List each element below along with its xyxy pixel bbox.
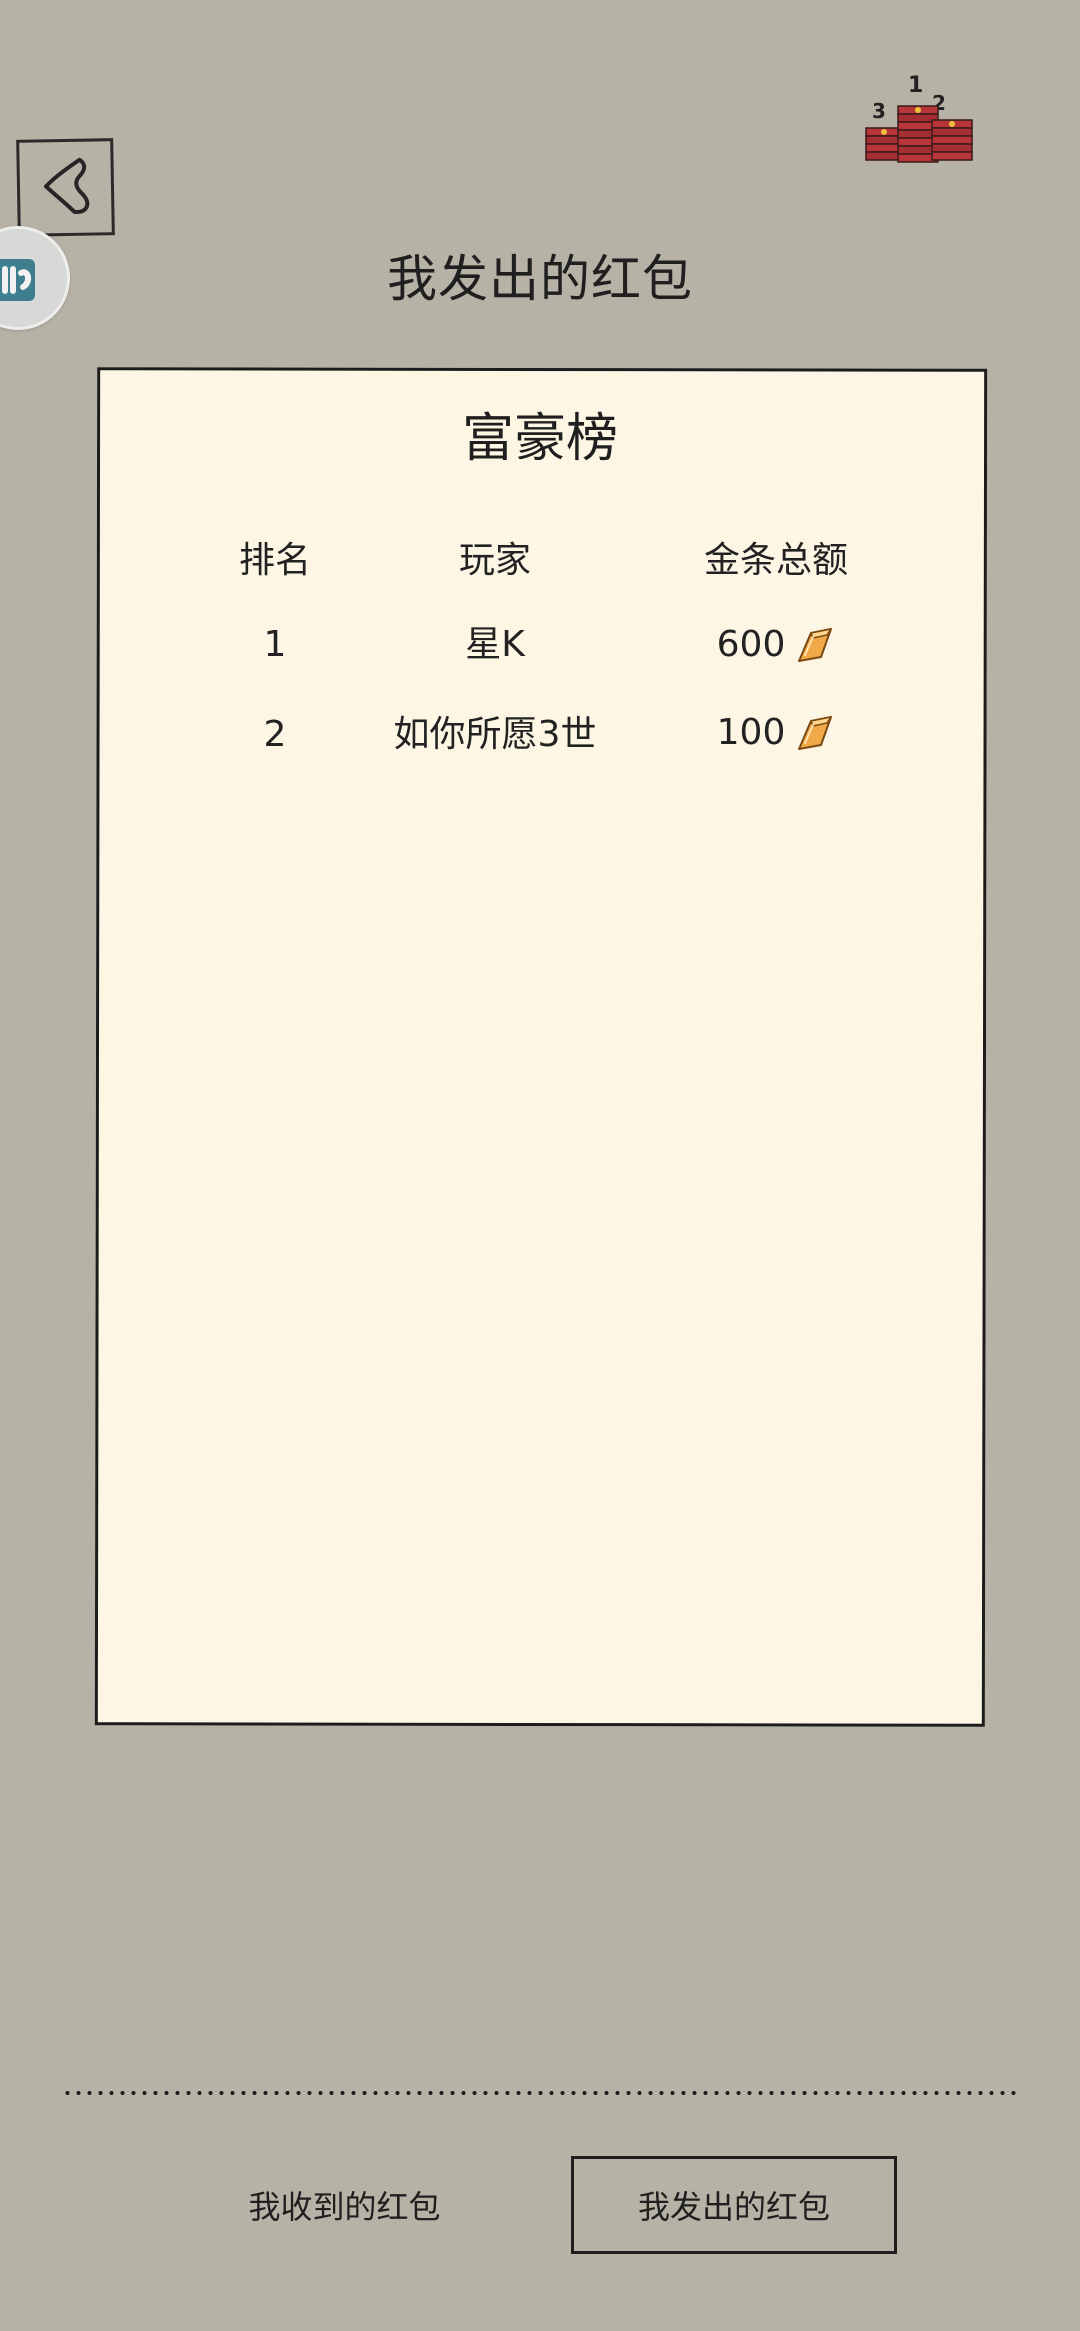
red-envelope-podium-icon[interactable]: 3 1 2 [862, 66, 980, 170]
player-cell: 如你所愿3世 [393, 714, 597, 755]
column-header-rank: 排名 [238, 540, 311, 581]
tab-received-envelopes[interactable]: 我收到的红包 [182, 2156, 507, 2254]
svg-text:3: 3 [872, 99, 886, 123]
gold-bar-icon [798, 628, 833, 662]
tab-sent-envelopes[interactable]: 我发出的红包 [571, 2156, 897, 2254]
svg-text:1: 1 [908, 73, 923, 98]
rank-cell: 1 [263, 624, 287, 665]
back-button[interactable] [16, 138, 115, 237]
chevron-left-icon [43, 157, 90, 214]
dotted-divider [62, 2090, 1022, 2096]
leaderboard-title: 富豪榜 [461, 409, 618, 469]
gold-bar-icon [798, 716, 833, 750]
rank-cell: 2 [263, 714, 287, 755]
column-header-player: 玩家 [458, 540, 531, 581]
player-cell: 星K [465, 624, 525, 665]
page-title: 我发出的红包 [387, 250, 693, 308]
amount-value: 600 [716, 624, 786, 665]
column-header-amount: 金条总额 [703, 540, 848, 581]
amount-value: 100 [716, 712, 786, 753]
amount-cell: 100 [686, 708, 866, 758]
amount-cell: 600 [686, 620, 866, 670]
